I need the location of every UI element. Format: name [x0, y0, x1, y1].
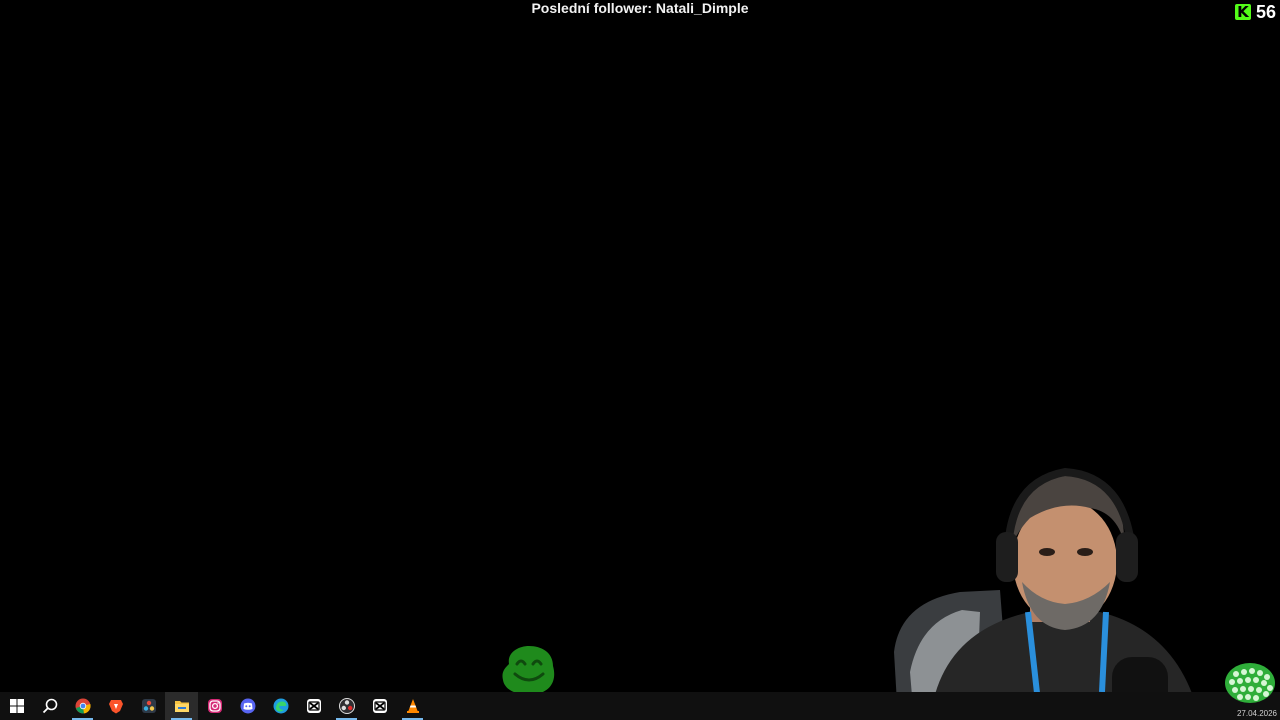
last-follower-banner: Poslední follower: Natali_Dimple — [531, 0, 749, 16]
start-button[interactable] — [0, 692, 33, 720]
taskbar-capcut-2[interactable] — [363, 692, 396, 720]
brave-icon — [108, 700, 123, 714]
vlc-icon — [406, 699, 419, 713]
windows-logo-icon — [9, 699, 24, 713]
taskbar-discord[interactable] — [231, 692, 264, 720]
bubble-cluster-icon — [1225, 663, 1275, 703]
capcut-icon — [372, 699, 387, 713]
chrome-icon — [75, 698, 91, 714]
discord-icon — [240, 698, 255, 714]
edge-icon — [273, 698, 288, 714]
webcam-feed — [894, 467, 1200, 720]
davinci-resolve-icon — [141, 699, 156, 713]
tray-widget: 27.04.2026 — [1220, 662, 1280, 720]
capcut-icon — [306, 699, 321, 713]
obs-icon — [338, 698, 355, 714]
taskbar-edge[interactable] — [264, 692, 297, 720]
taskbar-obs[interactable] — [330, 692, 363, 720]
taskbar-file-explorer[interactable] — [165, 692, 198, 720]
folder-icon — [174, 701, 189, 712]
tray-date: 27.04.2026 — [1236, 709, 1277, 718]
instagram-icon — [207, 699, 222, 713]
taskbar-davinci[interactable] — [132, 692, 165, 720]
taskbar-capcut[interactable] — [297, 692, 330, 720]
taskbar-instagram[interactable] — [198, 692, 231, 720]
search-icon — [42, 698, 57, 714]
kick-logo-icon: K — [1234, 4, 1251, 20]
viewer-count: 56 — [1255, 2, 1276, 22]
taskbar-brave[interactable] — [99, 692, 132, 720]
search-button[interactable] — [33, 692, 66, 720]
smiley-mascot-icon — [502, 646, 555, 695]
kick-viewer-counter: K 56 — [1234, 2, 1276, 22]
taskbar-chrome[interactable] — [66, 692, 99, 720]
taskbar-vlc[interactable] — [396, 692, 429, 720]
taskbar — [0, 692, 1280, 720]
